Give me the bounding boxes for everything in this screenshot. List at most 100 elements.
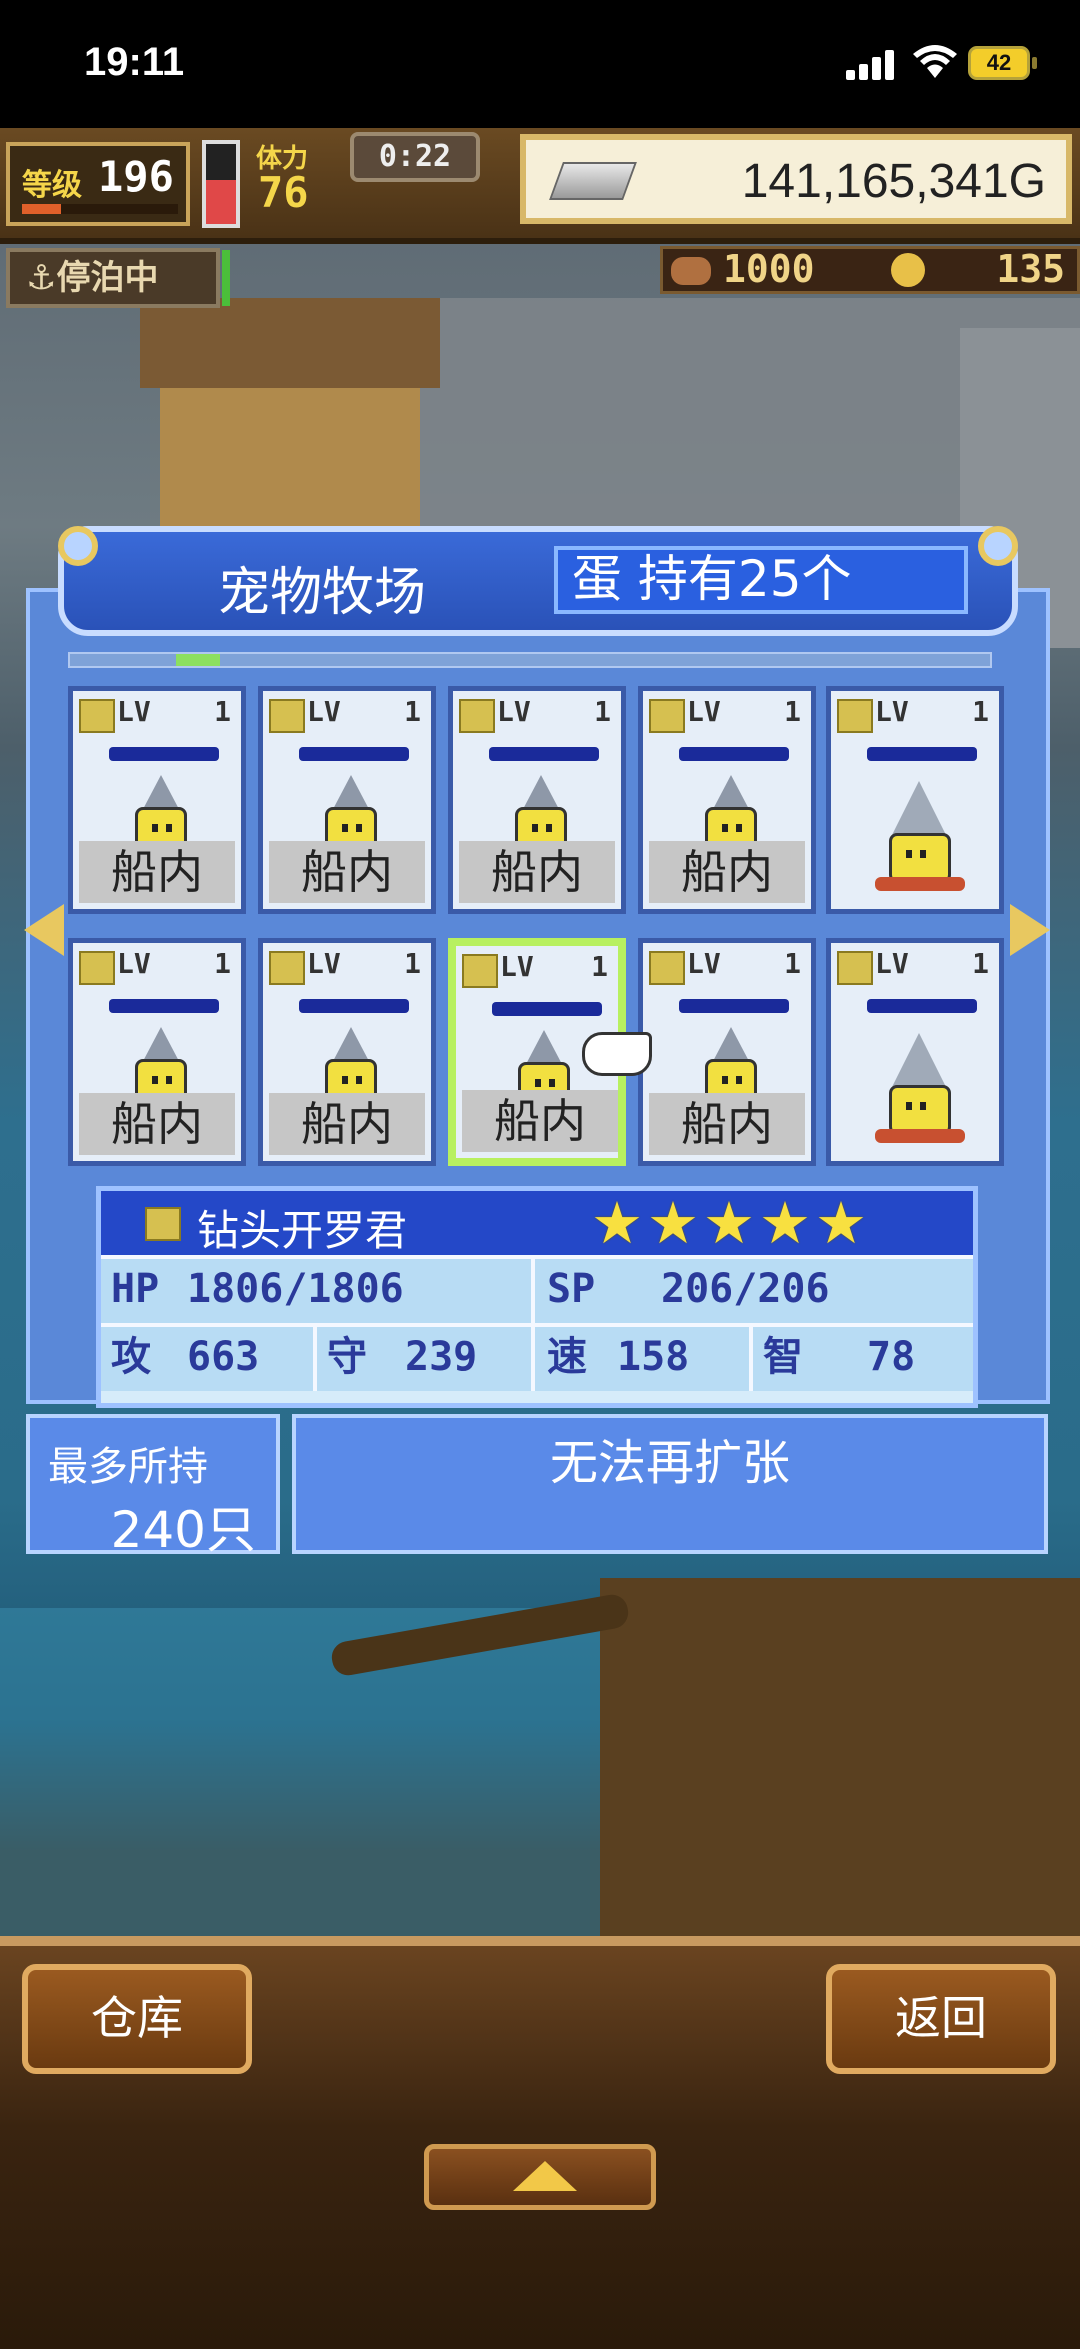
pet-level-label: LV xyxy=(875,947,909,980)
warehouse-button[interactable]: 仓库 xyxy=(22,1964,252,2074)
pet-card[interactable]: LV 1 船内 xyxy=(68,938,246,1166)
coin-icon xyxy=(891,253,925,287)
pet-hp-bar xyxy=(867,999,977,1013)
pet-hp-bar xyxy=(679,999,789,1013)
star-icon: ★ xyxy=(703,1189,755,1257)
pet-hp-bar xyxy=(489,747,599,761)
hp-label: HP xyxy=(111,1266,160,1312)
pet-card[interactable]: LV 1 xyxy=(826,938,1004,1166)
corner-ornament xyxy=(58,526,98,566)
sp-value: 206/206 xyxy=(661,1266,830,1312)
house-roof xyxy=(140,298,440,388)
max-capacity-label: 最多所持 xyxy=(48,1444,208,1490)
pet-feet xyxy=(875,877,965,891)
battery-tip xyxy=(1032,57,1037,69)
exp-bar xyxy=(22,204,178,214)
int-value: 78 xyxy=(867,1334,916,1380)
max-capacity-value: 240只 xyxy=(110,1501,256,1559)
pet-location-label: 船内 xyxy=(269,1093,425,1155)
max-capacity-box: 最多所持 240只 xyxy=(26,1414,280,1559)
pet-level-value: 1 xyxy=(591,950,608,983)
pet-level-label: LV xyxy=(307,695,341,728)
stat-divider xyxy=(531,1259,535,1323)
pet-name: 钻头开罗君 xyxy=(197,1206,408,1255)
pet-hp-bar xyxy=(492,1002,602,1016)
pet-level-value: 1 xyxy=(972,947,989,980)
stamina-value: 76 xyxy=(258,168,309,217)
star-icon: ★ xyxy=(647,1189,699,1257)
pet-body xyxy=(889,833,951,883)
pet-location-label: 船内 xyxy=(459,841,615,903)
scroll-thumb[interactable] xyxy=(176,654,220,666)
back-button[interactable]: 返回 xyxy=(826,1964,1056,2074)
def-label: 守 xyxy=(327,1334,367,1380)
atk-label: 攻 xyxy=(111,1334,151,1380)
pet-location-label: 船内 xyxy=(79,1093,235,1155)
menu-up-button[interactable] xyxy=(424,2144,656,2210)
timer: 0:22 xyxy=(350,132,480,182)
expand-button[interactable]: 无法再扩张 xyxy=(292,1414,1048,1554)
dock-status-badge[interactable]: ⚓停泊中 xyxy=(6,248,220,308)
resource-food-value: 1000 xyxy=(723,247,815,291)
page-right-arrow-icon[interactable] xyxy=(1010,904,1050,956)
spd-value: 158 xyxy=(617,1334,690,1380)
pet-location-label: 船内 xyxy=(269,841,425,903)
level-label: 等级 xyxy=(22,168,82,203)
pet-level-label: LV xyxy=(687,947,721,980)
page-left-arrow-icon[interactable] xyxy=(24,904,64,956)
dock-indicator xyxy=(222,250,230,306)
star-icon: ★ xyxy=(759,1189,811,1257)
pet-rank-icon xyxy=(269,699,305,733)
pet-level-value: 1 xyxy=(784,947,801,980)
pet-level-label: LV xyxy=(307,947,341,980)
pet-stars: ★★★★★ xyxy=(591,1189,871,1257)
page-scrollbar[interactable] xyxy=(68,652,992,668)
pet-rank-icon xyxy=(649,951,685,985)
status-bar: 19:11 42 xyxy=(0,0,1080,128)
pet-level-value: 1 xyxy=(404,695,421,728)
pet-level-value: 1 xyxy=(214,695,231,728)
int-label: 智 xyxy=(763,1334,803,1380)
star-icon: ★ xyxy=(815,1189,867,1257)
atk-value: 663 xyxy=(187,1334,260,1380)
pet-card[interactable]: LV 1 xyxy=(826,686,1004,914)
pet-level-value: 1 xyxy=(972,695,989,728)
pet-rank-icon xyxy=(649,699,685,733)
pet-card[interactable]: LV 1 船内 xyxy=(638,938,816,1166)
pet-level-label: LV xyxy=(117,695,151,728)
pet-level-value: 1 xyxy=(404,947,421,980)
pet-card[interactable]: LV 1 船内 xyxy=(448,686,626,914)
pet-level-label: LV xyxy=(687,695,721,728)
stat-divider xyxy=(313,1327,317,1391)
pet-rank-icon xyxy=(79,951,115,985)
pet-location-label: 船内 xyxy=(462,1090,618,1152)
resource-bar: 1000 135 xyxy=(660,246,1080,294)
drill-pet-sprite xyxy=(875,1033,965,1143)
pet-card[interactable]: LV 1 船内 xyxy=(258,686,436,914)
pet-hp-bar xyxy=(679,747,789,761)
spd-label: 速 xyxy=(547,1334,587,1380)
pet-card[interactable]: LV 1 船内 xyxy=(258,938,436,1166)
pet-rank-icon xyxy=(79,699,115,733)
pet-name-row: 钻头开罗君 ★★★★★ xyxy=(101,1191,973,1255)
egg-count[interactable]: 蛋 持有25个 xyxy=(554,546,968,614)
pet-card[interactable]: LV 1 船内 xyxy=(68,686,246,914)
gold-display: 141,165,341G xyxy=(520,134,1072,224)
pet-card[interactable]: LV 1 船内 xyxy=(638,686,816,914)
pet-hp-bar xyxy=(109,747,219,761)
pet-feet xyxy=(875,1129,965,1143)
pet-level-label: LV xyxy=(500,950,534,983)
sp-label: SP xyxy=(547,1266,596,1312)
drill-head xyxy=(889,781,949,841)
gold-value: 141,165,341G xyxy=(741,155,1046,208)
stat-divider xyxy=(749,1327,753,1391)
pet-hp-bar xyxy=(867,747,977,761)
stamina-fill xyxy=(206,180,236,224)
level-value: 196 xyxy=(98,152,174,201)
pet-location-label: 船内 xyxy=(649,841,805,903)
pet-rank-icon xyxy=(145,1207,181,1241)
pet-rank-icon xyxy=(837,951,873,985)
pet-rank-icon xyxy=(269,951,305,985)
up-arrow-icon xyxy=(513,2161,577,2191)
def-value: 239 xyxy=(405,1334,478,1380)
